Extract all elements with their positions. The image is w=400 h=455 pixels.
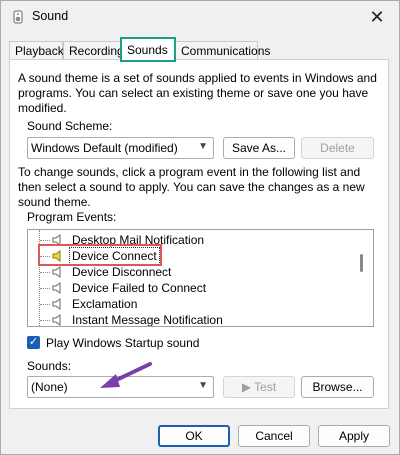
title-bar: Sound ✕	[1, 1, 399, 33]
sound-scheme-label: Sound Scheme:	[27, 119, 113, 133]
chevron-down-icon: ▼	[198, 380, 208, 391]
events-instructions: To change sounds, click a program event …	[18, 165, 365, 209]
ok-button[interactable]: OK	[158, 425, 230, 447]
speaker-icon	[52, 314, 61, 326]
tab-recording[interactable]: Recording	[63, 41, 124, 60]
event-label: Exclamation	[72, 297, 138, 311]
startup-sound-label: Play Windows Startup sound	[46, 336, 200, 350]
list-item-selected[interactable]: Device Connect	[28, 247, 348, 265]
sound-dialog: Sound ✕ Playback Recording Sounds Commun…	[0, 0, 400, 455]
event-label: Device Failed to Connect	[72, 281, 207, 295]
speaker-icon	[52, 266, 61, 278]
list-item[interactable]: Instant Message Notification	[28, 312, 348, 327]
list-scrollbar-thumb[interactable]	[360, 254, 363, 272]
window-title: Sound	[32, 9, 69, 23]
test-button[interactable]: ▶ Test	[223, 376, 295, 398]
event-label: Device Connect	[69, 247, 160, 265]
cancel-button[interactable]: Cancel	[238, 425, 310, 447]
apply-button[interactable]: Apply	[318, 425, 390, 447]
speaker-icon	[52, 298, 61, 310]
save-as-button[interactable]: Save As...	[223, 137, 295, 159]
annotation-arrow	[100, 362, 152, 388]
program-events-list[interactable]: Desktop Mail Notification Device Connect…	[27, 229, 374, 327]
sounds-label: Sounds:	[27, 359, 72, 373]
event-label: Device Disconnect	[72, 265, 172, 279]
speaker-icon	[52, 282, 61, 294]
startup-sound-checkbox[interactable]: ✓	[27, 336, 40, 349]
list-item[interactable]: Device Disconnect	[28, 264, 348, 280]
theme-description: A sound theme is a set of sounds applied…	[18, 71, 377, 115]
event-label: Instant Message Notification	[72, 313, 223, 327]
program-events-label: Program Events:	[27, 210, 117, 224]
close-button[interactable]: ✕	[355, 1, 399, 33]
delete-button[interactable]: Delete	[301, 137, 374, 159]
sound-scheme-value: Windows Default (modified)	[31, 141, 178, 155]
tab-playback[interactable]: Playback	[9, 41, 64, 60]
browse-button[interactable]: Browse...	[301, 376, 374, 398]
speaker-active-icon	[52, 250, 61, 262]
list-item[interactable]: Device Failed to Connect	[28, 280, 348, 296]
sound-value: (None)	[31, 380, 68, 394]
speaker-icon	[52, 234, 61, 246]
play-icon: ▶	[241, 380, 252, 394]
event-label: Desktop Mail Notification	[72, 233, 205, 247]
test-button-label: Test	[254, 380, 277, 394]
list-item[interactable]: Desktop Mail Notification	[28, 232, 348, 248]
sound-scheme-dropdown[interactable]: Windows Default (modified) ▼	[27, 137, 214, 159]
checkmark-icon: ✓	[28, 336, 39, 348]
tab-sounds[interactable]: Sounds	[120, 37, 176, 62]
list-item[interactable]: Exclamation	[28, 296, 348, 312]
tab-communications[interactable]: Communications	[175, 41, 270, 60]
close-icon: ✕	[369, 6, 385, 27]
chevron-down-icon: ▼	[198, 141, 208, 152]
speaker-app-icon	[13, 10, 23, 24]
